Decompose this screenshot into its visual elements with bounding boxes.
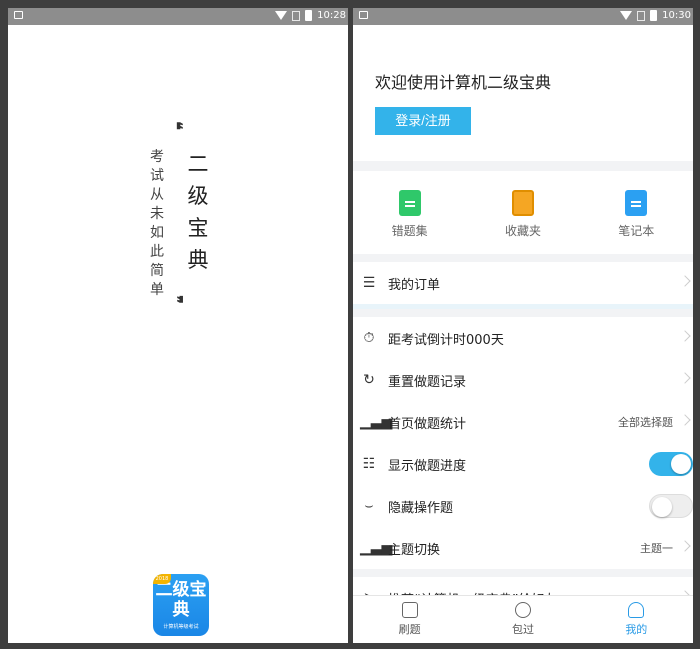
tab-practice[interactable]: 刷题 <box>353 596 466 643</box>
countdown-row[interactable]: ⏱ 距考试倒计时000天 <box>353 317 693 359</box>
tab-label: 包过 <box>511 623 534 636</box>
shortcut-wrong-questions[interactable]: 错题集 <box>370 190 450 239</box>
status-bar: 10:28 <box>8 8 348 25</box>
theme-icon: ▁▃▅ <box>360 540 393 556</box>
profile-screen: 10:30 欢迎使用计算机二级宝典 登录/注册 错题集 收藏夹 笔记本 ☰ 我的… <box>353 8 693 643</box>
tab-pass[interactable]: 包过 <box>466 596 579 643</box>
status-time: 10:28 <box>317 10 346 21</box>
show-progress-toggle[interactable] <box>649 452 693 476</box>
row-label: 首页做题统计 <box>388 416 467 432</box>
status-bar: 10:30 <box>353 8 693 25</box>
theme-switch-row[interactable]: ▁▃▅ 主题切换 主题一 <box>353 527 693 569</box>
app-logo-caption: 计算机等级考试 <box>163 624 199 630</box>
wrong-questions-icon <box>398 190 421 216</box>
chevron-right-icon <box>679 540 691 552</box>
quote-close-icon: ❞ <box>166 295 186 304</box>
shortcut-label: 收藏夹 <box>504 224 541 238</box>
bottom-tab-bar: 刷题 包过 我的 <box>353 595 693 643</box>
home-stats-row[interactable]: ▁▃▅ 首页做题统计 全部选择题 <box>353 401 693 443</box>
divider <box>353 304 693 309</box>
sim-icon <box>637 10 646 21</box>
show-progress-row: ☷ 显示做题进度 <box>353 443 693 485</box>
sim-icon <box>292 10 301 21</box>
reset-icon: ↻ <box>363 372 375 388</box>
row-label: 隐藏操作题 <box>388 500 454 516</box>
tab-profile[interactable]: 我的 <box>580 596 693 643</box>
screenshot-frame: 10:28 ❝ 二级宝典 考试从未如此简单 ❞ 2018 二级宝典 计算机等级考… <box>0 0 700 649</box>
splash-subtitle: 考试从未如此简单 <box>150 149 164 298</box>
favorites-icon <box>511 190 534 216</box>
hide-operation-toggle[interactable] <box>649 494 693 518</box>
practice-icon <box>401 602 418 618</box>
notebook-icon <box>625 190 648 216</box>
order-group: ☰ 我的订单 <box>353 262 693 309</box>
row-label: 重置做题记录 <box>388 374 467 390</box>
tab-label: 我的 <box>625 623 648 636</box>
row-label: 距考试倒计时000天 <box>388 332 504 348</box>
stats-icon: ▁▃▅ <box>360 414 393 430</box>
battery-icon <box>650 10 658 21</box>
shortcut-favorites[interactable]: 收藏夹 <box>483 190 563 239</box>
status-time: 10:30 <box>662 10 691 21</box>
row-value: 主题一 <box>640 542 673 555</box>
eye-closed-icon: ⌣ <box>364 498 374 514</box>
row-label: 显示做题进度 <box>388 458 467 474</box>
wifi-icon <box>620 11 633 20</box>
battery-icon <box>305 10 313 21</box>
timer-icon: ⏱ <box>363 330 375 346</box>
reset-records-row[interactable]: ↻ 重置做题记录 <box>353 359 693 401</box>
splash-screen: 10:28 ❝ 二级宝典 考试从未如此简单 ❞ 2018 二级宝典 计算机等级考… <box>8 8 348 643</box>
app-logo-ribbon: 2018 <box>153 574 171 584</box>
order-icon: ☰ <box>362 275 376 291</box>
sliders-icon: ☷ <box>362 456 376 472</box>
shortcut-bar: 错题集 收藏夹 笔记本 <box>353 171 693 254</box>
settings-group: ⏱ 距考试倒计时000天 ↻ 重置做题记录 ▁▃▅ 首页做题统计 全部选择题 ☷… <box>353 317 693 569</box>
row-label: 主题切换 <box>388 542 441 558</box>
splash-title: 二级宝典 <box>187 152 209 272</box>
notification-icon <box>14 11 23 19</box>
chevron-right-icon <box>679 414 691 426</box>
tab-label: 刷题 <box>398 623 421 636</box>
app-logo: 2018 二级宝典 计算机等级考试 <box>153 574 209 636</box>
row-label: 我的订单 <box>388 277 441 293</box>
hide-operation-row: ⌣ 隐藏操作题 <box>353 485 693 527</box>
shortcut-label: 错题集 <box>391 224 428 238</box>
login-register-button[interactable]: 登录/注册 <box>375 107 471 135</box>
shortcut-notebook[interactable]: 笔记本 <box>596 190 676 239</box>
welcome-text: 欢迎使用计算机二级宝典 <box>375 73 552 92</box>
planet-icon <box>514 602 531 618</box>
notification-icon <box>359 11 368 19</box>
profile-icon <box>628 602 645 618</box>
wifi-icon <box>275 11 288 20</box>
my-orders-row[interactable]: ☰ 我的订单 <box>353 262 693 304</box>
row-value: 全部选择题 <box>618 416 673 429</box>
quote-open-icon: ❝ <box>166 121 186 130</box>
profile-header: 欢迎使用计算机二级宝典 登录/注册 <box>353 25 693 161</box>
shortcut-label: 笔记本 <box>618 224 655 238</box>
